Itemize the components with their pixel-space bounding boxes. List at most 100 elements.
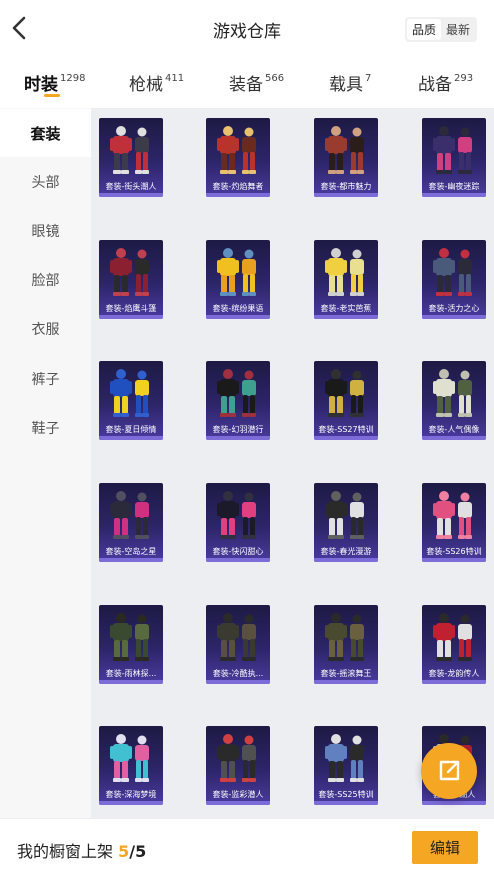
item-card[interactable]: 套装-夏日倾情 [99,361,163,440]
sort-option-latest[interactable]: 最新 [441,19,475,40]
showcase-total: 5 [135,842,147,861]
item-card[interactable]: 套装-SS27特训 [314,361,378,440]
tab-count: 566 [265,73,285,84]
sidebar-item-clothes[interactable]: 衣服 [0,305,91,353]
item-card[interactable]: 套装-龙韵传人 [422,605,486,684]
outfit-image [217,126,256,174]
sort-option-quality[interactable]: 品质 [407,19,441,40]
rarity-bar [422,680,486,684]
item-card[interactable]: 套装-冷酷执... [206,605,270,684]
rarity-bar [206,801,270,805]
item-card[interactable]: 套装-缤纷果语 [206,240,270,319]
rarity-bar [314,558,378,562]
item-label: 套装-深海梦境 [105,790,157,799]
sidebar-item-pants[interactable]: 裤子 [0,355,91,403]
outfit-image [110,126,149,174]
item-card[interactable]: 套装-都市魅力 [314,118,378,197]
outfit-image [325,613,364,661]
tab-vehicles[interactable]: 载具 7 [329,70,371,95]
sidebar-item-suits[interactable]: 套装 [0,109,91,157]
rarity-bar [99,558,163,562]
item-card[interactable]: 套装-人气偶像 [422,361,486,440]
showcase-current: 5 [118,842,130,861]
item-label: 套装-焰鹰斗篷 [105,304,157,313]
rarity-bar [314,801,378,805]
item-label: 套装-SS25特训 [318,790,374,799]
share-icon [439,760,460,781]
sidebar-item-glasses[interactable]: 眼镜 [0,207,91,255]
outfit-image [217,734,256,782]
tab-weapons[interactable]: 枪械 411 [129,70,184,95]
tab-count: 7 [365,73,372,84]
item-card[interactable]: 套装-空岛之星 [99,483,163,562]
outfit-image [110,248,149,296]
share-button[interactable] [421,743,477,799]
item-label: 套装-都市魅力 [320,182,372,191]
rarity-bar [99,193,163,197]
outfit-image [325,734,364,782]
sidebar: 套装 头部 眼镜 脸部 衣服 裤子 鞋子 [0,108,91,818]
showcase-count: 5/5 [118,842,146,861]
item-card[interactable]: 套装-SS25特训 [314,726,378,805]
item-card[interactable]: 套装-摇滚舞王 [314,605,378,684]
item-label: 套装-雨林探... [105,669,157,678]
tab-label: 载具 [329,75,363,95]
item-card[interactable]: 套装-老实芭蕉 [314,240,378,319]
item-label: 套装-快闪甜心 [212,547,264,556]
item-card[interactable]: 套装-活力之心 [422,240,486,319]
item-card[interactable]: 套装-街头潮人 [99,118,163,197]
tab-label: 装备 [229,75,263,95]
showcase-label: 我的橱窗上架 [17,842,114,861]
item-label: 套装-人气偶像 [428,425,480,434]
sort-toggle: 品质 最新 [405,17,477,42]
rarity-bar [422,801,486,805]
item-label: 套装-空岛之星 [105,547,157,556]
outfit-image [325,369,364,417]
tab-label: 时装 [24,75,58,95]
edit-button[interactable]: 编辑 [412,831,478,864]
outfit-image [110,491,149,539]
sidebar-item-shoes[interactable]: 鞋子 [0,404,91,452]
rarity-bar [99,680,163,684]
item-card[interactable]: 套装-春光漫游 [314,483,378,562]
item-card[interactable]: 套装-灼焰舞者 [206,118,270,197]
outfit-image [433,491,472,539]
tab-count: 1298 [60,73,86,84]
rarity-bar [206,193,270,197]
item-card[interactable]: 套装-监彩潜人 [206,726,270,805]
sidebar-item-head[interactable]: 头部 [0,158,91,206]
rarity-bar [422,193,486,197]
item-card[interactable]: 套装-幻羽潜行 [206,361,270,440]
tab-supplies[interactable]: 战备 293 [418,70,473,95]
item-label: 套装-龙韵传人 [428,669,480,678]
item-card[interactable]: 套装-SS26特训 [422,483,486,562]
item-label: 套装-SS26特训 [426,547,482,556]
rarity-bar [422,315,486,319]
tab-equipment[interactable]: 装备 566 [229,70,284,95]
item-label: 套装-冷酷执... [212,669,264,678]
item-card[interactable]: 套装-雨林探... [99,605,163,684]
rarity-bar [314,680,378,684]
item-grid: 套装-街头潮人 套装-灼焰舞者 套装-都市魅力 套装-幽夜迷踪套装-焰鹰斗篷 套装-缤纷… [91,108,494,818]
outfit-image [433,613,472,661]
item-label: 套装-老实芭蕉 [320,304,372,313]
item-card[interactable]: 套装-幽夜迷踪 [422,118,486,197]
rarity-bar [422,436,486,440]
sidebar-item-face[interactable]: 脸部 [0,256,91,304]
item-label: 套装-街头潮人 [105,182,157,191]
item-card[interactable]: 套装-快闪甜心 [206,483,270,562]
tab-fashion[interactable]: 时装 1298 [24,70,85,95]
item-card[interactable]: 套装-焰鹰斗篷 [99,240,163,319]
item-card[interactable]: 套装-深海梦境 [99,726,163,805]
outfit-image [217,491,256,539]
rarity-bar [206,315,270,319]
header: 游戏仓库 品质 最新 [0,0,494,58]
showcase-status: 我的橱窗上架 5/5 [17,838,146,862]
outfit-image [217,369,256,417]
tab-count: 293 [454,73,474,84]
rarity-bar [422,558,486,562]
outfit-image [110,369,149,417]
rarity-bar [206,558,270,562]
item-label: 套装-监彩潜人 [212,790,264,799]
active-tab-indicator [44,94,60,97]
